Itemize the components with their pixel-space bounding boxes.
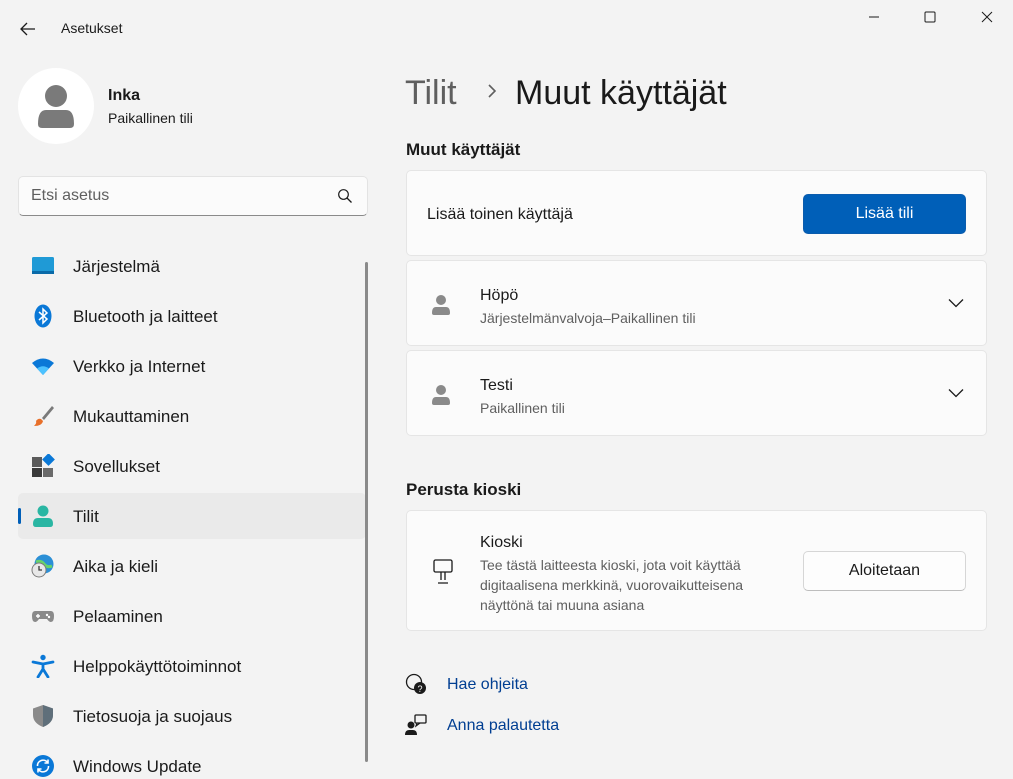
page-title: Muut käyttäjät <box>515 74 727 112</box>
sidebar-item-windows-update[interactable]: Windows Update <box>18 743 366 779</box>
section-title-kiosk: Perusta kioski <box>406 480 522 499</box>
sidebar-item-label: Bluetooth ja laitteet <box>73 307 218 326</box>
user-row-detail: Järjestelmänvalvoja–Paikallinen tili <box>480 310 696 326</box>
user-avatar-icon <box>38 85 74 128</box>
user-account-type: Paikallinen tili <box>108 110 193 126</box>
sidebar-item-label: Tietosuoja ja suojaus <box>73 707 233 726</box>
user-row-name: Höpö <box>480 287 519 304</box>
user-row-name: Testi <box>480 377 513 394</box>
user-icon <box>432 295 450 315</box>
feedback-icon <box>405 714 427 735</box>
maximize-icon <box>924 11 936 23</box>
sidebar-item-label: Järjestelmä <box>73 257 160 276</box>
shield-icon <box>33 705 53 727</box>
sidebar-item-label: Pelaaminen <box>73 607 163 626</box>
chevron-right-icon <box>488 84 497 98</box>
kiosk-start-button[interactable]: Aloitetaan <box>803 551 966 591</box>
gaming-icon <box>32 611 54 622</box>
apps-icon <box>32 454 55 477</box>
sidebar-item-label: Mukauttaminen <box>73 407 190 426</box>
feedback-link[interactable]: Anna palautetta <box>447 717 559 735</box>
search-icon[interactable] <box>337 188 353 204</box>
avatar[interactable] <box>18 68 94 144</box>
user-row[interactable]: Höpö Järjestelmänvalvoja–Paikallinen til… <box>406 260 987 346</box>
sidebar-item-tietosuoja[interactable]: Tietosuoja ja suojaus <box>18 693 366 739</box>
sidebar-item-label: Tilit <box>73 507 99 526</box>
kiosk-description: Tee tästä laitteesta kioski, jota voit k… <box>480 557 744 613</box>
sidebar-item-label: Aika ja kieli <box>73 557 159 576</box>
back-arrow-icon <box>20 22 35 36</box>
back-button[interactable] <box>14 16 42 42</box>
svg-text:?: ? <box>417 684 422 694</box>
chevron-down-icon[interactable] <box>948 298 964 308</box>
sidebar-item-bluetooth[interactable]: Bluetooth ja laitteet <box>18 293 366 339</box>
chevron-down-icon[interactable] <box>948 388 964 398</box>
app-title: Asetukset <box>61 20 123 36</box>
selection-indicator <box>18 508 21 524</box>
sidebar-item-jarjestelma[interactable]: Järjestelmä <box>18 243 366 289</box>
minimize-button[interactable] <box>852 4 896 30</box>
breadcrumb-parent[interactable]: Tilit <box>405 74 457 113</box>
accessibility-icon <box>31 654 55 678</box>
section-title-other-users: Muut käyttäjät <box>406 140 521 159</box>
brush-icon <box>34 406 54 426</box>
sidebar-item-helppokayttotoiminnot[interactable]: Helppokäyttötoiminnot <box>18 643 366 689</box>
wifi-icon <box>32 358 54 375</box>
search-input[interactable] <box>31 185 331 207</box>
sidebar-item-label: Windows Update <box>73 757 202 776</box>
update-icon <box>32 755 54 777</box>
bluetooth-icon <box>34 304 52 328</box>
sidebar-scrollbar[interactable] <box>365 262 368 762</box>
kiosk-icon <box>433 559 453 584</box>
kiosk-title: Kioski <box>480 534 523 551</box>
user-name: Inka <box>108 87 141 104</box>
add-user-card: Lisää toinen käyttäjä Lisää tili <box>406 170 987 256</box>
sidebar-nav: Järjestelmä Bluetooth ja laitteet Verkko… <box>18 243 366 779</box>
add-user-label: Lisää toinen käyttäjä <box>427 206 573 223</box>
close-icon <box>981 11 993 23</box>
maximize-button[interactable] <box>908 4 952 30</box>
minimize-icon <box>869 16 879 18</box>
add-account-button[interactable]: Lisää tili <box>803 194 966 234</box>
sidebar-item-label: Verkko ja Internet <box>73 357 206 376</box>
search-box[interactable] <box>18 176 368 216</box>
sidebar-item-label: Sovellukset <box>73 457 160 476</box>
user-row[interactable]: Testi Paikallinen tili <box>406 350 987 436</box>
user-row-detail: Paikallinen tili <box>480 400 565 416</box>
sidebar-item-verkko[interactable]: Verkko ja Internet <box>18 343 366 389</box>
kiosk-card: Kioski Tee tästä laitteesta kioski, jota… <box>406 510 987 631</box>
close-button[interactable] <box>965 4 1009 30</box>
help-icon: ? <box>405 673 426 694</box>
sidebar-item-pelaaminen[interactable]: Pelaaminen <box>18 593 366 639</box>
sidebar-item-tilit[interactable]: Tilit <box>18 493 366 539</box>
accounts-icon <box>33 505 53 527</box>
sidebar-item-label: Helppokäyttötoiminnot <box>73 657 242 676</box>
sidebar-item-mukauttaminen[interactable]: Mukauttaminen <box>18 393 366 439</box>
sidebar-item-sovellukset[interactable]: Sovellukset <box>18 443 366 489</box>
get-help-link[interactable]: Hae ohjeita <box>447 676 528 694</box>
title-bar: Asetukset <box>0 0 1013 56</box>
sidebar-item-aika-ja-kieli[interactable]: Aika ja kieli <box>18 543 366 589</box>
user-icon <box>432 385 450 405</box>
time-language-icon <box>31 554 54 578</box>
system-icon <box>32 257 54 274</box>
